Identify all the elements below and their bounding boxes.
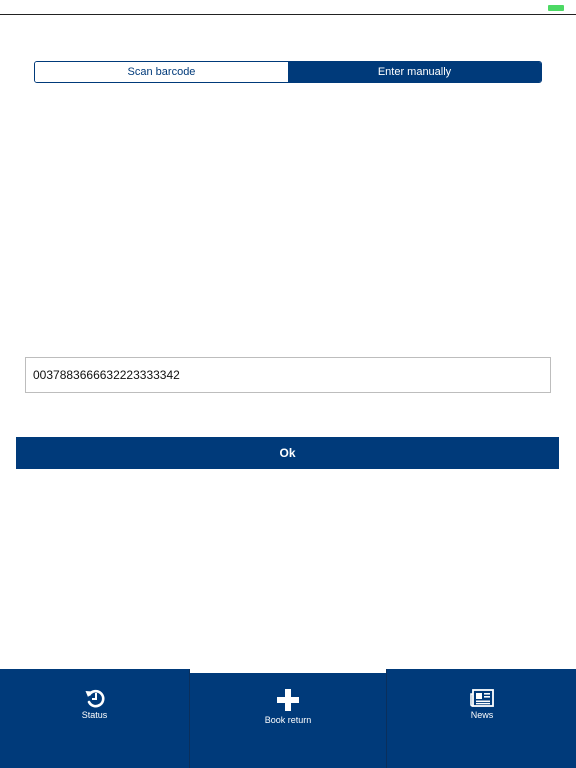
segment-scan-barcode-label: Scan barcode xyxy=(127,66,196,78)
segment-enter-manually[interactable]: Enter manually xyxy=(288,62,541,82)
newspaper-icon xyxy=(470,688,494,708)
tab-status[interactable]: Status xyxy=(0,669,190,768)
ok-button[interactable]: Ok xyxy=(16,437,559,469)
tab-book-return-label: Book return xyxy=(264,715,312,725)
barcode-input[interactable] xyxy=(25,357,551,393)
tab-status-label: Status xyxy=(81,710,108,720)
tab-book-return[interactable]: Book return xyxy=(190,672,386,768)
tab-bar: Status Book return News xyxy=(0,669,576,768)
input-mode-segmented-control: Scan barcode Enter manually xyxy=(34,61,542,83)
ok-button-label: Ok xyxy=(279,446,296,460)
battery-icon xyxy=(548,5,564,11)
segment-scan-barcode[interactable]: Scan barcode xyxy=(35,62,288,82)
tab-news-label: News xyxy=(470,710,494,720)
history-icon xyxy=(83,688,107,708)
segment-enter-manually-label: Enter manually xyxy=(377,66,452,78)
tab-news[interactable]: News xyxy=(386,669,576,768)
status-bar xyxy=(0,0,576,15)
plus-icon xyxy=(276,689,300,711)
